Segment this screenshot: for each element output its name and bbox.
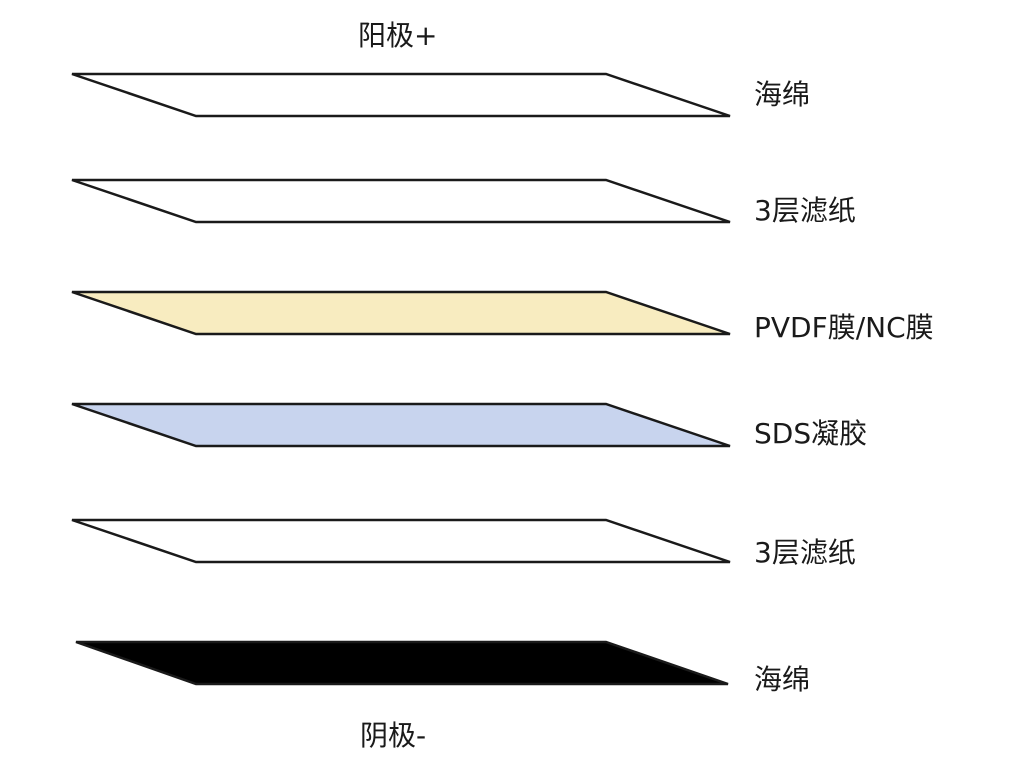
layer-filter-paper-top	[71, 178, 731, 224]
layer-filter-paper-bottom	[71, 518, 731, 564]
transfer-stack-diagram: 阳极+ 海绵 3层滤纸 PVDF膜/NC膜 SDS凝胶 3层滤纸 海绵 阴极-	[0, 0, 1010, 774]
layer-label-sds-gel: SDS凝胶	[754, 417, 868, 450]
cathode-label: 阴极-	[360, 719, 427, 752]
layer-stack	[71, 72, 731, 686]
layer-label-membrane: PVDF膜/NC膜	[754, 311, 934, 344]
layer-label-filter-paper-bottom: 3层滤纸	[754, 536, 856, 569]
layer-label-sponge-top: 海绵	[754, 78, 811, 111]
layer-label-sponge-bottom: 海绵	[754, 663, 811, 696]
layer-sds-gel	[71, 402, 731, 448]
layer-membrane	[71, 290, 731, 336]
layer-sponge-bottom	[75, 640, 729, 686]
layer-sponge-top	[71, 72, 731, 118]
layer-label-filter-paper-top: 3层滤纸	[754, 194, 856, 227]
